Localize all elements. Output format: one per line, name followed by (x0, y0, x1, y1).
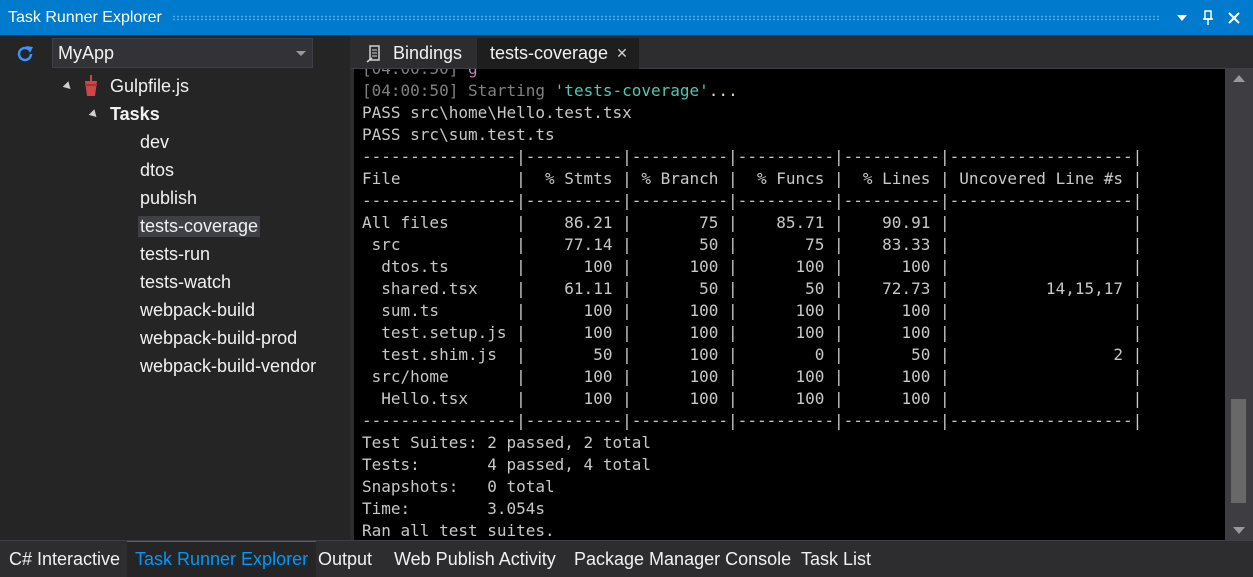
bottom-tab-label: Package Manager Console (574, 548, 792, 569)
dropdown-icon[interactable] (1169, 5, 1195, 31)
task-label: dtos (140, 159, 175, 180)
expand-triangle-icon[interactable] (88, 108, 100, 120)
tab-tests-coverage[interactable]: tests-coverage ✕ (477, 38, 639, 69)
bottom-tab-package-manager-console[interactable]: Package Manager Console (574, 541, 791, 577)
tab-label: tests-coverage (490, 43, 609, 63)
console-line: ----------------|----------|----------|-… (362, 147, 1143, 166)
tree-item-task[interactable]: dev (138, 129, 171, 155)
console-line: src | 77.14 | 50 | 75 | 83.33 | | (362, 235, 1143, 254)
bottom-tab-label: C# Interactive (9, 548, 121, 569)
bottom-tool-tabs: C# Interactive Task Runner Explorer Outp… (0, 540, 1253, 577)
tree-node-gulpfile[interactable]: Gulpfile.js (62, 73, 190, 99)
console-line: shared.tsx | 61.11 | 50 | 50 | 72.73 | 1… (362, 279, 1143, 298)
window-title: Task Runner Explorer (8, 8, 162, 26)
tree-item-task[interactable]: publish (138, 185, 199, 211)
console-output[interactable]: [04:00:50] g [04:00:50] Starting 'tests-… (354, 69, 1225, 540)
tree-item-task[interactable]: webpack-build-prod (138, 325, 299, 351)
scroll-down-icon[interactable] (1233, 527, 1245, 534)
tree-node-label: Gulpfile.js (110, 75, 190, 96)
bottom-tab-label: Task Runner Explorer (135, 549, 309, 569)
title-bar: Task Runner Explorer (0, 0, 1253, 35)
pin-icon[interactable] (1195, 5, 1221, 31)
scroll-up-icon[interactable] (1233, 75, 1245, 82)
console-starting: Starting (467, 81, 546, 100)
output-pane: Bindings tests-coverage ✕ [04:00:50] g [… (351, 35, 1253, 540)
expand-triangle-icon[interactable] (62, 80, 74, 92)
tree-item-task[interactable]: webpack-build-vendor (138, 353, 318, 379)
console-line: PASS src\home\Hello.test.tsx (362, 103, 632, 122)
console-line: Snapshots: 0 total (362, 477, 555, 496)
console-ellipsis: ... (708, 81, 738, 100)
project-dropdown[interactable]: MyApp (52, 38, 313, 68)
bottom-tab-output[interactable]: Output (318, 541, 372, 577)
tree-item-task[interactable]: dtos (138, 157, 176, 183)
bottom-tab-csharp-interactive[interactable]: C# Interactive (9, 541, 120, 577)
tree-item-task[interactable]: tests-run (138, 241, 212, 267)
tab-bindings[interactable]: Bindings (365, 38, 475, 69)
console-line: Test Suites: 2 passed, 2 total (362, 433, 651, 452)
console-start-line: [04:00:50] Starting 'tests-coverage'... (362, 81, 738, 100)
refresh-icon[interactable] (14, 43, 40, 69)
scroll-thumb[interactable] (1231, 399, 1246, 503)
task-label: tests-watch (140, 271, 232, 292)
task-label: webpack-build-prod (140, 327, 298, 348)
tree-item-task[interactable]: webpack-build (138, 297, 257, 323)
vertical-scrollbar[interactable] (1225, 69, 1253, 540)
tab-strip: Bindings tests-coverage ✕ (351, 35, 1253, 69)
bottom-tab-label: Web Publish Activity (394, 548, 556, 569)
bindings-icon (365, 44, 385, 64)
console-line: src/home | 100 | 100 | 100 | 100 | | (362, 367, 1143, 386)
bottom-tab-web-publish-activity[interactable]: Web Publish Activity (394, 541, 556, 577)
tab-label: Bindings (393, 43, 463, 63)
title-bar-grip[interactable] (171, 14, 1159, 21)
console-line: dtos.ts | 100 | 100 | 100 | 100 | | (362, 257, 1143, 276)
project-dropdown-value: MyApp (58, 42, 115, 63)
console-line: test.setup.js | 100 | 100 | 100 | 100 | … (362, 323, 1143, 342)
tree-node-tasks[interactable]: Tasks (88, 101, 160, 127)
console-task-name: 'tests-coverage' (554, 81, 709, 100)
chevron-down-icon (296, 50, 306, 56)
bottom-tab-label: Task List (801, 548, 872, 569)
console-line: test.shim.js | 50 | 100 | 0 | 50 | 2 | (362, 345, 1143, 364)
console-line: Tests: 4 passed, 4 total (362, 455, 651, 474)
tree-item-task[interactable]: tests-watch (138, 269, 233, 295)
task-tree-pane: MyApp Gulpfile.js Tasks dev dtos publish te… (0, 35, 350, 540)
console-partial-line: [04:00:50] g (362, 69, 478, 78)
console-line: PASS src\sum.test.ts (362, 125, 555, 144)
task-label: tests-coverage (138, 215, 261, 237)
bottom-tab-label: Output (318, 548, 373, 569)
tree-node-label: Tasks (110, 103, 160, 124)
task-label: tests-run (140, 243, 211, 264)
console-line: sum.ts | 100 | 100 | 100 | 100 | | (362, 301, 1143, 320)
close-tab-icon[interactable]: ✕ (616, 45, 628, 62)
console-line: All files | 86.21 | 75 | 85.71 | 90.91 |… (362, 213, 1143, 232)
task-label: dev (140, 131, 170, 152)
gulp-icon (84, 75, 98, 97)
tree-item-task[interactable]: tests-coverage (138, 213, 261, 239)
console-line: Time: 3.054s (362, 499, 546, 518)
console-line: Ran all test suites. (362, 521, 555, 540)
console-line: ----------------|----------|----------|-… (362, 411, 1143, 430)
console-line: File | % Stmts | % Branch | % Funcs | % … (362, 169, 1143, 188)
console-line: ----------------|----------|----------|-… (362, 191, 1143, 210)
task-label: publish (140, 187, 198, 208)
console-line: Hello.tsx | 100 | 100 | 100 | 100 | | (362, 389, 1143, 408)
close-icon[interactable] (1221, 5, 1247, 31)
console-timestamp: [04:00:50] (362, 81, 459, 100)
bottom-tab-task-list[interactable]: Task List (801, 541, 871, 577)
task-label: webpack-build (140, 299, 256, 320)
task-label: webpack-build-vendor (140, 355, 317, 376)
bottom-tab-task-runner-explorer[interactable]: Task Runner Explorer (127, 541, 317, 577)
